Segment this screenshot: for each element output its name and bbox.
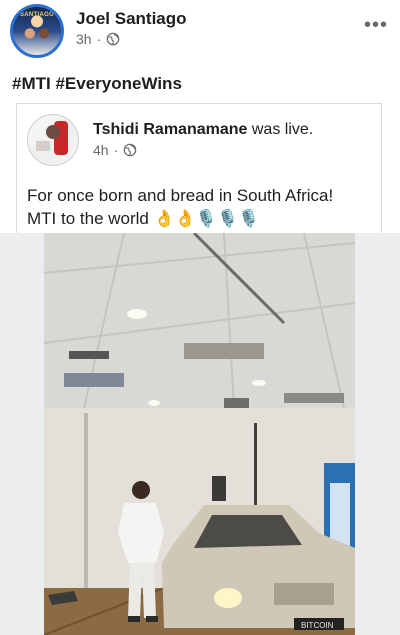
- post-time[interactable]: 3h: [76, 31, 92, 47]
- shared-author-name[interactable]: Tshidi Ramanamane: [93, 121, 247, 138]
- video-scene: BITCOIN: [44, 233, 355, 635]
- avatar-ring-text: SANTIAGO: [19, 12, 55, 18]
- globe-icon: [123, 143, 137, 157]
- post-meta: 3h ·: [76, 31, 120, 47]
- video-frame[interactable]: BITCOIN: [44, 233, 355, 635]
- shared-text-line-2: MTI to the world 👌👌🎙️🎙️🎙️: [27, 209, 260, 228]
- post-hashtags[interactable]: #MTI #EveryoneWins: [12, 74, 182, 94]
- meta-separator: ·: [96, 31, 102, 47]
- shared-separator: ·: [113, 142, 119, 158]
- shared-text: For once born and bread in South Africa!…: [27, 184, 377, 230]
- shared-meta: 4h ·: [93, 142, 137, 158]
- shared-author-line: Tshidi Ramanamane was live.: [93, 121, 313, 139]
- shared-author-avatar[interactable]: [27, 114, 79, 166]
- globe-icon: [106, 32, 120, 46]
- shared-time[interactable]: 4h: [93, 142, 109, 158]
- author-name[interactable]: Joel Santiago: [76, 9, 187, 29]
- shared-post[interactable]: Tshidi Ramanamane was live. 4h · For onc…: [16, 103, 382, 233]
- post-header: SANTIAGO Joel Santiago 3h · •••: [0, 0, 400, 64]
- author-avatar[interactable]: SANTIAGO: [10, 4, 64, 58]
- shared-text-line-1: For once born and bread in South Africa!: [27, 186, 334, 205]
- more-options-icon[interactable]: •••: [364, 14, 388, 37]
- car-plate-text: BITCOIN: [301, 621, 334, 630]
- video-container[interactable]: BITCOIN: [0, 233, 400, 635]
- shared-action: was live.: [251, 121, 314, 138]
